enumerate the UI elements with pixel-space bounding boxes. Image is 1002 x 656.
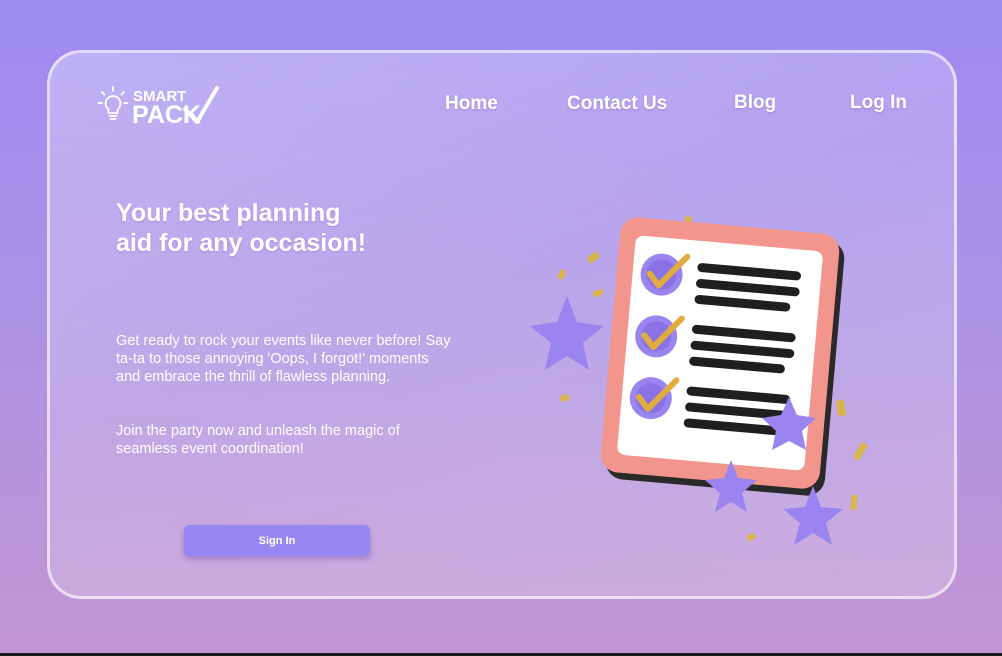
hero-headline: Your best planning aid for any occasion! xyxy=(116,199,367,257)
hero-paragraph-1: Get ready to rock your events like never… xyxy=(116,333,451,385)
sign-in-button[interactable]: Sign In xyxy=(184,525,370,556)
star-icon xyxy=(783,486,843,545)
lightbulb-icon xyxy=(97,86,129,120)
brand-logo[interactable]: SMART PACK xyxy=(97,84,222,130)
nav-blog[interactable]: Blog xyxy=(734,92,776,114)
checklist-illustration xyxy=(530,214,868,545)
star-icon xyxy=(530,296,604,370)
nav-log-in[interactable]: Log In xyxy=(850,92,907,114)
nav-contact-us[interactable]: Contact Us xyxy=(567,93,667,115)
nav-home[interactable]: Home xyxy=(445,93,498,115)
clipboard-checklist-icon xyxy=(600,217,845,496)
hero-paragraph-2: Join the party now and unleash the magic… xyxy=(116,423,400,457)
